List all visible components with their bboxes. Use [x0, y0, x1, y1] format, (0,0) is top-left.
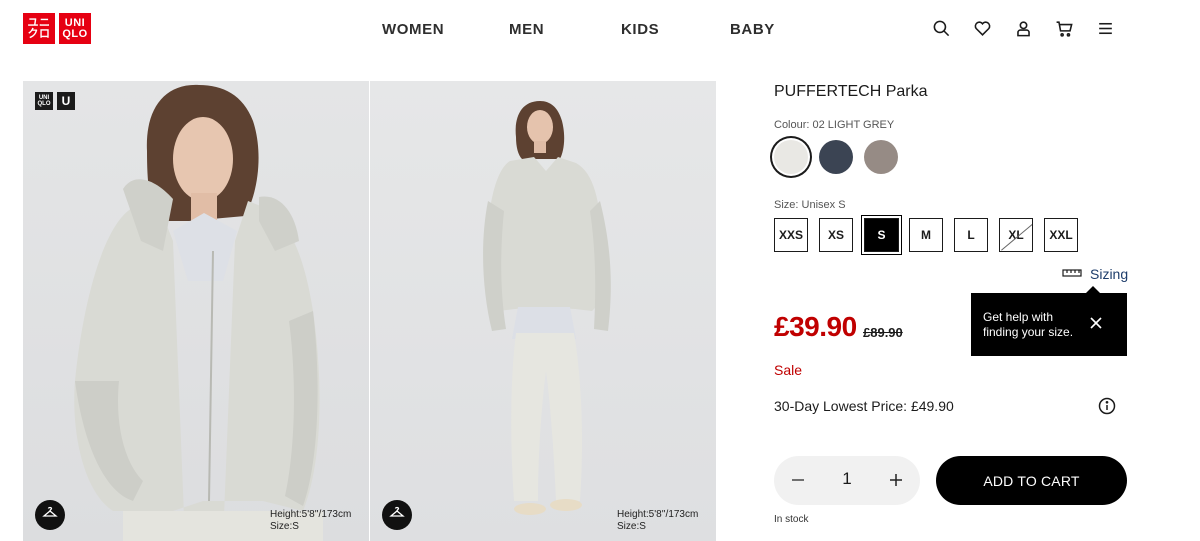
logo-text: UNI [64, 16, 86, 29]
swatch-navy[interactable] [819, 140, 853, 174]
logo-text: クロ [27, 27, 51, 40]
sizing-link[interactable]: Sizing [1062, 265, 1128, 283]
increase-button[interactable] [884, 468, 908, 492]
plus-icon [890, 474, 902, 486]
add-to-cart-button[interactable]: ADD TO CART [936, 456, 1127, 505]
cart-icon[interactable] [1055, 19, 1074, 38]
search-icon[interactable] [932, 19, 951, 38]
hanger-icon [42, 506, 58, 525]
size-m[interactable]: M [909, 218, 943, 252]
colour-label: Colour: 02 LIGHT GREY [774, 119, 895, 131]
model-info: Height:5'8''/173cm Size:S [270, 509, 351, 533]
sale-label: Sale [774, 362, 803, 378]
user-icon[interactable] [1014, 19, 1033, 38]
size-l[interactable]: L [954, 218, 988, 252]
size-xxl[interactable]: XXL [1044, 218, 1078, 252]
logo-katakana: ユニ クロ [23, 13, 55, 44]
model-height: Height:5'8''/173cm [270, 509, 352, 520]
logo-latin: UNI QLO [59, 13, 91, 44]
nav-baby[interactable]: BABY [730, 21, 775, 38]
heart-icon[interactable] [973, 19, 992, 38]
logo-text: QLO [62, 27, 88, 40]
model-info: Height:5'8''/173cm Size:S [617, 509, 698, 533]
size-xl[interactable]: XL [999, 218, 1033, 252]
swatch-light-grey[interactable] [774, 140, 808, 174]
sizing-label: Sizing [1090, 266, 1129, 282]
size-help-tooltip: Get help with finding your size. [971, 286, 1127, 356]
swatch-taupe[interactable] [864, 140, 898, 174]
nav-men[interactable]: MEN [509, 21, 544, 38]
try-on-button[interactable] [382, 500, 412, 530]
nav-women[interactable]: WOMEN [382, 21, 444, 38]
model-size: Size:S [617, 521, 646, 532]
size-label: Size: Unisex S [774, 199, 846, 211]
try-on-button[interactable] [35, 500, 65, 530]
ruler-icon [1062, 265, 1082, 283]
sale-price: £39.90 [774, 311, 857, 342]
lowest-price: 30-Day Lowest Price: £49.90 [774, 398, 954, 414]
stock-status: In stock [774, 514, 809, 525]
decrease-button[interactable] [786, 468, 810, 492]
model-size: Size:S [270, 521, 299, 532]
uniqlo-badge: UNI QLO [35, 92, 53, 110]
hanger-icon [389, 506, 405, 525]
original-price: £89.90 [863, 325, 903, 340]
quantity-value[interactable]: 1 [834, 469, 860, 489]
size-xxs[interactable]: XXS [774, 218, 808, 252]
info-icon[interactable] [1098, 397, 1116, 415]
u-badge: U [57, 92, 75, 110]
size-xs[interactable]: XS [819, 218, 853, 252]
menu-icon[interactable] [1096, 19, 1115, 38]
product-badges: UNI QLO U [35, 92, 75, 110]
logo-text: ユニ [27, 16, 51, 29]
size-s[interactable]: S [864, 218, 899, 252]
close-icon[interactable] [1089, 316, 1103, 330]
minus-icon [792, 479, 804, 481]
model-image [74, 84, 323, 541]
product-photo-1[interactable]: UNI QLO U Height:5'8''/173cm Size:S [23, 81, 369, 541]
product-title: PUFFERTECH Parka [774, 83, 928, 100]
header-icons [932, 19, 1115, 38]
model-height: Height:5'8''/173cm [617, 509, 699, 520]
quantity-stepper: 1 [774, 456, 920, 505]
product-photo-2[interactable]: Height:5'8''/173cm Size:S [370, 81, 716, 541]
nav-kids[interactable]: KIDS [621, 21, 659, 38]
model-image [483, 101, 611, 515]
uniqlo-logo[interactable]: ユニ クロ UNI QLO [23, 13, 91, 44]
